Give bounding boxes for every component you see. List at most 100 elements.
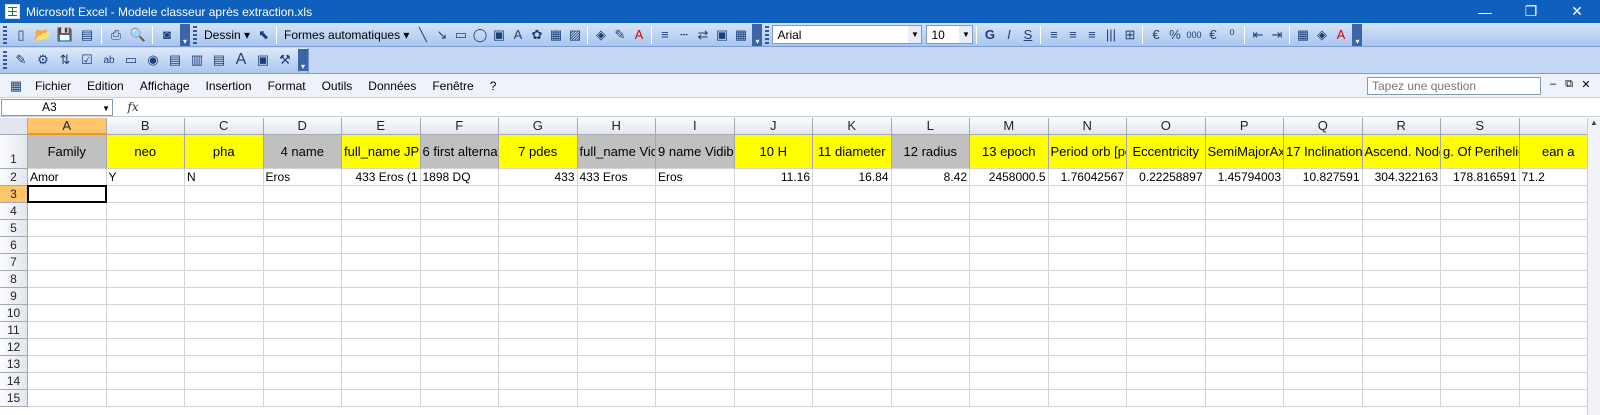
empty-cell[interactable] bbox=[106, 288, 185, 305]
empty-cell[interactable] bbox=[185, 220, 264, 237]
empty-cell[interactable] bbox=[734, 220, 813, 237]
empty-cell[interactable] bbox=[1441, 305, 1520, 322]
empty-cell[interactable] bbox=[577, 322, 656, 339]
toolbar-overflow-icon[interactable]: ▾ bbox=[298, 49, 308, 71]
data-cell[interactable]: 433 Eros bbox=[577, 169, 656, 186]
toolbar-overflow-icon[interactable]: ▾ bbox=[752, 23, 763, 46]
empty-cell[interactable] bbox=[1284, 220, 1363, 237]
empty-cell[interactable] bbox=[891, 203, 970, 220]
empty-cell[interactable] bbox=[1362, 186, 1441, 203]
select-all-button[interactable] bbox=[0, 118, 28, 135]
empty-cell[interactable] bbox=[813, 373, 892, 390]
empty-cell[interactable] bbox=[499, 390, 578, 407]
label-control-icon[interactable]: A bbox=[230, 49, 252, 71]
row-header-13[interactable]: 13 bbox=[0, 356, 28, 373]
empty-cell[interactable] bbox=[499, 373, 578, 390]
column-header-k[interactable]: K bbox=[813, 118, 892, 135]
empty-cell[interactable] bbox=[499, 356, 578, 373]
header-cell[interactable]: g. Of Perihelie bbox=[1441, 135, 1520, 169]
column-header-r[interactable]: R bbox=[1362, 118, 1441, 135]
empty-cell[interactable] bbox=[499, 288, 578, 305]
empty-cell[interactable] bbox=[577, 356, 656, 373]
close-button[interactable]: ✕ bbox=[1554, 0, 1600, 23]
empty-cell[interactable] bbox=[1362, 322, 1441, 339]
empty-cell[interactable] bbox=[1127, 254, 1206, 271]
empty-cell[interactable] bbox=[656, 203, 735, 220]
shadow-icon[interactable]: ▣ bbox=[712, 24, 731, 46]
empty-cell[interactable] bbox=[734, 390, 813, 407]
column-header-l[interactable]: L bbox=[891, 118, 970, 135]
row-header-12[interactable]: 12 bbox=[0, 339, 28, 356]
empty-cell[interactable] bbox=[813, 356, 892, 373]
empty-cell[interactable] bbox=[891, 373, 970, 390]
italic-icon[interactable]: I bbox=[999, 24, 1018, 46]
empty-cell[interactable] bbox=[1519, 186, 1587, 203]
empty-cell[interactable] bbox=[263, 305, 342, 322]
empty-cell[interactable] bbox=[1519, 322, 1587, 339]
empty-cell[interactable] bbox=[342, 356, 421, 373]
empty-cell[interactable] bbox=[1362, 220, 1441, 237]
empty-cell[interactable] bbox=[1048, 322, 1127, 339]
column-header-m[interactable]: M bbox=[970, 118, 1049, 135]
empty-cell[interactable] bbox=[185, 271, 264, 288]
header-cell[interactable]: 11 diameter bbox=[813, 135, 892, 169]
empty-cell[interactable] bbox=[970, 220, 1049, 237]
fill-color-icon[interactable]: ◈ bbox=[591, 24, 610, 46]
header-cell[interactable]: ean a bbox=[1519, 135, 1587, 169]
empty-cell[interactable] bbox=[420, 339, 499, 356]
header-cell[interactable]: 10 H bbox=[734, 135, 813, 169]
empty-cell[interactable] bbox=[1205, 322, 1284, 339]
column-header-j[interactable]: J bbox=[734, 118, 813, 135]
empty-cell[interactable] bbox=[263, 271, 342, 288]
empty-cell[interactable] bbox=[185, 305, 264, 322]
empty-cell[interactable] bbox=[891, 288, 970, 305]
empty-cell[interactable] bbox=[342, 254, 421, 271]
empty-cell[interactable] bbox=[891, 186, 970, 203]
empty-cell[interactable] bbox=[263, 237, 342, 254]
percent-style-icon[interactable]: % bbox=[1165, 24, 1184, 46]
print-icon[interactable]: ⎙ bbox=[105, 24, 127, 46]
clipart-icon[interactable]: ▦ bbox=[546, 24, 565, 46]
row-header-2[interactable]: 2 bbox=[0, 169, 28, 186]
empty-cell[interactable] bbox=[1362, 203, 1441, 220]
empty-cell[interactable] bbox=[891, 271, 970, 288]
empty-cell[interactable] bbox=[1127, 322, 1206, 339]
empty-cell[interactable] bbox=[1205, 305, 1284, 322]
empty-cell[interactable] bbox=[28, 271, 107, 288]
empty-cell[interactable] bbox=[499, 203, 578, 220]
header-cell[interactable]: 13 epoch bbox=[970, 135, 1049, 169]
empty-cell[interactable] bbox=[577, 203, 656, 220]
empty-cell[interactable] bbox=[106, 203, 185, 220]
underline-icon[interactable]: S bbox=[1018, 24, 1037, 46]
empty-cell[interactable] bbox=[28, 373, 107, 390]
empty-cell[interactable] bbox=[970, 373, 1049, 390]
row-header-9[interactable]: 9 bbox=[0, 288, 28, 305]
empty-cell[interactable] bbox=[656, 288, 735, 305]
empty-cell[interactable] bbox=[1127, 186, 1206, 203]
data-cell[interactable]: 10.827591 bbox=[1284, 169, 1363, 186]
column-header-d[interactable]: D bbox=[263, 118, 342, 135]
empty-cell[interactable] bbox=[1519, 305, 1587, 322]
empty-cell[interactable] bbox=[185, 322, 264, 339]
picture-icon[interactable]: ▨ bbox=[565, 24, 584, 46]
header-cell[interactable]: 7 pdes bbox=[499, 135, 578, 169]
empty-cell[interactable] bbox=[813, 339, 892, 356]
empty-cell[interactable] bbox=[263, 339, 342, 356]
empty-cell[interactable] bbox=[813, 254, 892, 271]
header-cell[interactable]: 6 first alternate bbox=[420, 135, 499, 169]
empty-cell[interactable] bbox=[891, 339, 970, 356]
empty-cell[interactable] bbox=[28, 203, 107, 220]
textbox-control-icon[interactable]: ab bbox=[98, 49, 120, 71]
empty-cell[interactable] bbox=[342, 373, 421, 390]
empty-cell[interactable] bbox=[499, 305, 578, 322]
euro-icon[interactable]: € bbox=[1203, 24, 1222, 46]
empty-cell[interactable] bbox=[656, 322, 735, 339]
empty-cell[interactable] bbox=[342, 288, 421, 305]
empty-cell[interactable] bbox=[734, 339, 813, 356]
empty-cell[interactable] bbox=[1127, 390, 1206, 407]
align-center-icon[interactable]: ≡ bbox=[1063, 24, 1082, 46]
excel-app-icon[interactable] bbox=[5, 4, 20, 19]
data-cell[interactable]: 1898 DQ bbox=[420, 169, 499, 186]
empty-cell[interactable] bbox=[185, 203, 264, 220]
header-cell[interactable]: 12 radius bbox=[891, 135, 970, 169]
